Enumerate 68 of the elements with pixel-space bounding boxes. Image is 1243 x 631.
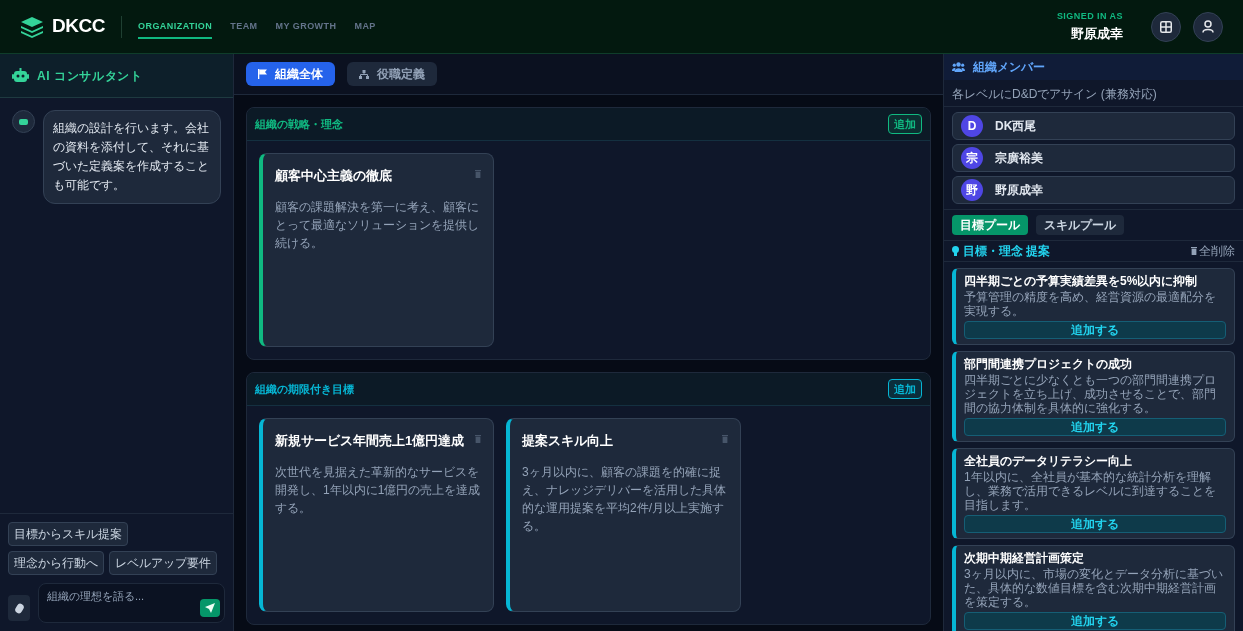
add-button[interactable]: 追加する: [964, 515, 1226, 533]
grid-icon: [1160, 20, 1172, 33]
people-icon: [952, 62, 965, 72]
chat-message: 組織の設計を行います。会社の資料を添付して、それに基づいた定義案を作成することも可能です。: [43, 110, 221, 204]
send-button[interactable]: [200, 599, 220, 617]
definition-card[interactable]: 顧客中心主義の徹底 顧客の課題解決を第一に考え、顧客にとって最適なソリューションを提供し続ける。: [259, 153, 494, 347]
suggestion-chip[interactable]: 目標からスキル提案: [8, 522, 128, 546]
section-title: 組織の期限付き目標: [255, 381, 354, 398]
member-name: 野原成幸: [995, 182, 1043, 199]
logo: DKCC: [52, 14, 105, 39]
section-title: 組織の戦略・理念: [255, 116, 343, 132]
card-description: 3ヶ月以内に、顧客の課題を的確に捉え、ナレッジデリバーを活用した具体的な運用提案を平均2件/月以上実施する。: [522, 463, 727, 535]
suggestion-chip[interactable]: 理念から行動へ: [8, 551, 104, 575]
layers-icon: [20, 15, 44, 38]
attach-button[interactable]: [8, 595, 30, 621]
card-description: 予算管理の精度を高め、経営資源の最適配分を実現する。: [964, 290, 1217, 318]
trash-icon: [1191, 247, 1197, 255]
card-description: 顧客の課題解決を第一に考え、顧客にとって最適なソリューションを提供し続ける。: [275, 198, 480, 252]
add-button[interactable]: 追加する: [964, 418, 1226, 436]
card-title: 新規サービス年間売上1億円達成: [275, 432, 465, 450]
member-avatar: 宗: [961, 147, 983, 169]
panel-title: 組織メンバー: [973, 59, 1045, 76]
add-button[interactable]: 追加する: [964, 612, 1226, 630]
member-name: DK西尾: [995, 118, 1037, 135]
hint-text: 各レベルにD&Dでアサイン (兼務対応): [952, 87, 1157, 101]
card-title: 部門間連携プロジェクトの成功: [964, 357, 1133, 372]
send-icon: [205, 603, 215, 613]
nav-tab[interactable]: ORGANIZATION: [138, 13, 213, 40]
card-description: 次世代を見据えた革新的なサービスを開発し、1年以内に1億円の売上を達成する。: [275, 463, 481, 517]
member-avatar: 野: [961, 179, 983, 201]
definition-card[interactable]: 提案スキル向上 3ヶ月以内に、顧客の課題を的確に捉え、ナレッジデリバーを活用した具体的な運用提案を平均2件/月以上実施する。: [506, 418, 741, 612]
view-tab[interactable]: 組織全体: [246, 62, 335, 86]
pool-tab[interactable]: スキルプール: [1036, 215, 1124, 235]
profile-button[interactable]: [1193, 11, 1223, 42]
signed-in-label: SIGNED IN AS: [1056, 10, 1123, 23]
card-title: 提案スキル向上: [522, 432, 613, 450]
grid-button[interactable]: [1151, 11, 1181, 42]
nav-tab[interactable]: MY GROWTH: [275, 13, 337, 40]
section-title: 目標・理念 提案: [963, 243, 1051, 260]
card-description: 四半期ごとに少なくとも一つの部門間連携プロジェクトを立ち上げ、成功させることで、部門間の協力体制を具体的に強化する。: [964, 373, 1217, 415]
card-title: 全社員のデータリテラシー向上: [964, 454, 1133, 469]
member-name: 宗廣裕美: [995, 150, 1043, 167]
clear-all-button[interactable]: 全削除: [1191, 242, 1235, 260]
card-description: 3ヶ月以内に、市場の変化とデータ分析に基づいた、具体的な数値目標を含む次期中期経営計画を策定する。: [964, 567, 1224, 609]
lightbulb-icon: [952, 246, 959, 256]
card-title: 次期中期経営計画策定: [964, 551, 1085, 566]
member-avatar: D: [961, 115, 983, 137]
view-tab[interactable]: 役職定義: [347, 62, 437, 86]
user-icon: [1202, 20, 1214, 33]
card-description: 1年以内に、全社員が基本的な統計分析を理解し、業務で活用できるレベルに到達することを目指します。: [964, 470, 1217, 512]
add-button[interactable]: 追加: [888, 113, 922, 135]
definition-card[interactable]: 新規サービス年間売上1億円達成 次世代を見据えた革新的なサービスを開発し、1年以内に1億円の売上を達成する。: [259, 418, 494, 612]
member-card[interactable]: D DK西尾: [952, 112, 1235, 140]
nav-tab[interactable]: MAP: [354, 13, 376, 40]
card-title: 四半期ごとの予算実績差異を5%以内に抑制: [964, 274, 1199, 289]
add-button[interactable]: 追加: [888, 378, 922, 400]
add-button[interactable]: 追加する: [964, 321, 1226, 339]
suggestion-chip[interactable]: レベルアップ要件: [109, 551, 217, 575]
flag-icon: [258, 69, 267, 79]
card-title: 顧客中心主義の徹底: [275, 167, 392, 185]
user-name: 野原成幸: [1071, 24, 1123, 43]
nav-tab[interactable]: TEAM: [230, 13, 258, 40]
chat-input[interactable]: 組織の理想を語る...: [38, 583, 225, 623]
pool-tab[interactable]: 目標プール: [952, 215, 1028, 235]
hierarchy-icon: [359, 69, 369, 79]
member-card[interactable]: 宗 宗廣裕美: [952, 144, 1235, 172]
panel-title: AI コンサルタント: [37, 67, 143, 85]
member-card[interactable]: 野 野原成幸: [952, 176, 1235, 204]
